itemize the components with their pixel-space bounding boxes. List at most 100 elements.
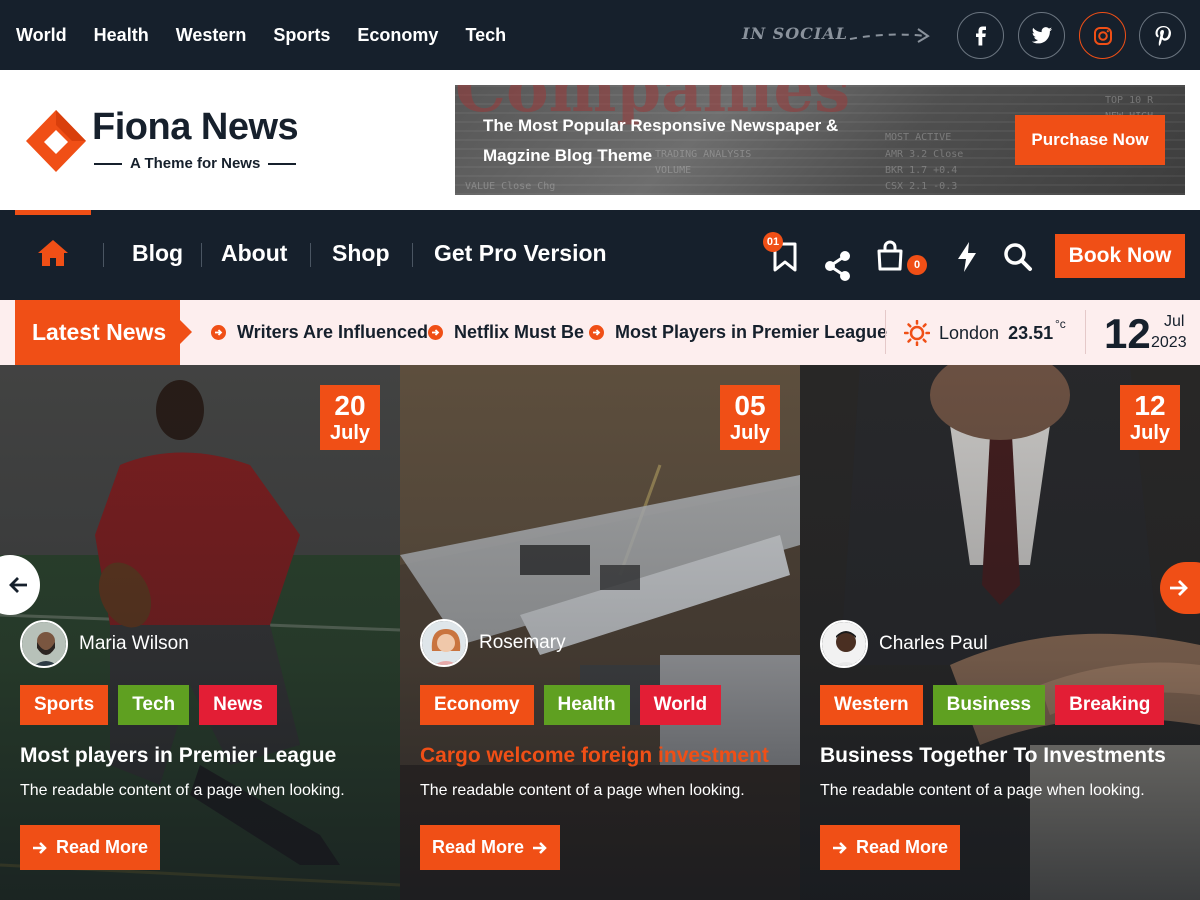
arrow-right-circle-icon: [211, 325, 226, 340]
top-nav-economy[interactable]: Economy: [357, 25, 438, 46]
card-date-day: 12: [1134, 390, 1166, 421]
home-icon[interactable]: [37, 238, 69, 268]
read-more-button[interactable]: Read More: [420, 825, 560, 870]
bookmark-count-badge: 01: [763, 232, 783, 252]
read-more-button[interactable]: Read More: [20, 825, 160, 870]
card-author[interactable]: Rosemary: [420, 619, 566, 667]
news-card[interactable]: 20 July Maria Wilson Sports Tech News Mo…: [0, 365, 400, 900]
nav-divider: [201, 243, 202, 267]
card-author[interactable]: Charles Paul: [820, 620, 988, 668]
card-title[interactable]: Cargo welcome foreign investment: [420, 744, 769, 768]
read-more-label: Read More: [855, 837, 949, 857]
date-year: 2023: [1151, 334, 1187, 351]
top-nav-sports[interactable]: Sports: [273, 25, 330, 46]
nav-divider: [103, 243, 104, 267]
site-header: Fiona News A Theme for News Companies MO…: [0, 70, 1200, 210]
date-month: Jul: [1164, 313, 1185, 330]
card-title[interactable]: Business Together To Investments: [820, 744, 1166, 768]
book-now-button[interactable]: Book Now: [1055, 234, 1185, 278]
card-description: The readable content of a page when look…: [820, 782, 1145, 799]
top-nav-health[interactable]: Health: [94, 25, 149, 46]
ticker-divider: [885, 310, 886, 354]
read-more-label: Read More: [55, 837, 149, 857]
svg-text:VALUE Close Chg: VALUE Close Chg: [465, 181, 555, 192]
card-date-month: July: [329, 422, 371, 444]
card-description: The readable content of a page when look…: [420, 782, 745, 799]
tag-western[interactable]: Western: [820, 685, 923, 725]
tag-news[interactable]: News: [199, 685, 277, 725]
nav-shop[interactable]: Shop: [332, 240, 390, 267]
nav-blog[interactable]: Blog: [132, 240, 183, 267]
weather-city: London: [939, 322, 1000, 343]
tag-health[interactable]: Health: [543, 685, 630, 725]
tag-breaking[interactable]: Breaking: [1055, 685, 1165, 725]
tag-world[interactable]: World: [639, 685, 722, 725]
banner-text: The Most Popular Responsive Newspaper & …: [483, 116, 839, 165]
main-nav: Blog About Shop Get Pro Version 01 0 Boo…: [0, 210, 1200, 300]
lightning-icon[interactable]: [956, 241, 978, 273]
facebook-icon[interactable]: [957, 12, 1004, 59]
card-date-badge: 12 July: [1120, 385, 1180, 450]
arrow-right-circle-icon: [589, 325, 604, 340]
news-card[interactable]: 12 July Charles Paul Western Business Br…: [800, 365, 1200, 900]
card-title[interactable]: Most players in Premier League: [20, 744, 336, 768]
share-icon[interactable]: [823, 250, 853, 282]
top-bar: World Health Western Sports Economy Tech…: [0, 0, 1200, 70]
tag-business[interactable]: Business: [932, 685, 1046, 725]
sun-icon: [904, 320, 930, 346]
pinterest-icon[interactable]: [1139, 12, 1186, 59]
ticker-item-text: Netflix Must Be: [454, 322, 585, 342]
read-more-label: Read More: [431, 837, 525, 857]
arrow-right-circle-icon: [428, 325, 443, 340]
avatar: [820, 620, 868, 668]
top-nav-western[interactable]: Western: [176, 25, 247, 46]
twitter-icon[interactable]: [1018, 12, 1065, 59]
card-author-name: Charles Paul: [879, 633, 988, 654]
shopping-bag-icon: [877, 240, 903, 271]
card-date-month: July: [729, 422, 771, 444]
ticker-item[interactable]: Most Players in Premier League: [589, 322, 887, 343]
arrow-right-icon: [32, 841, 47, 854]
bookmark-button[interactable]: 01: [763, 232, 800, 277]
arrow-right-icon: [1170, 580, 1188, 596]
card-author-name: Rosemary: [479, 632, 566, 653]
top-nav: World Health Western Sports Economy Tech: [16, 0, 506, 70]
ticker-item[interactable]: Netflix Must Be: [428, 322, 584, 343]
avatar: [20, 620, 68, 668]
nav-divider: [412, 243, 413, 267]
svg-text:CSX 2.1 -0.3: CSX 2.1 -0.3: [885, 181, 957, 192]
card-author[interactable]: Maria Wilson: [20, 620, 189, 668]
news-card[interactable]: 05 July Rosemary Economy Health World Ca…: [400, 365, 800, 900]
card-tags: Western Business Breaking: [820, 685, 1165, 725]
weather-unit: °c: [1055, 317, 1066, 331]
svg-text:AMR 3.2 Close: AMR 3.2 Close: [885, 149, 963, 160]
tag-economy[interactable]: Economy: [420, 685, 534, 725]
nav-get-pro-version[interactable]: Get Pro Version: [434, 240, 607, 267]
instagram-icon[interactable]: [1079, 12, 1126, 59]
svg-text:BKR 1.7 +0.4: BKR 1.7 +0.4: [885, 165, 957, 176]
dashed-arrow-icon: [849, 28, 930, 43]
top-nav-world[interactable]: World: [16, 25, 67, 46]
read-more-button[interactable]: Read More: [820, 825, 960, 870]
tag-sports[interactable]: Sports: [20, 685, 109, 725]
tag-tech[interactable]: Tech: [118, 685, 190, 725]
promo-banner[interactable]: Companies MOST ACTIVE AMR 3.2 Close BKR 1…: [455, 85, 1185, 195]
ticker-divider: [1085, 310, 1086, 354]
purchase-now-button[interactable]: Purchase Now: [1015, 115, 1165, 165]
svg-text:MOST ACTIVE: MOST ACTIVE: [885, 132, 951, 143]
brand-tagline: A Theme for News: [94, 155, 297, 172]
arrow-right-icon: [832, 841, 847, 854]
brand-name[interactable]: Fiona News: [92, 106, 299, 149]
logo-mark-icon[interactable]: [24, 108, 88, 174]
latest-news-label: Latest News: [15, 300, 180, 365]
ticker-item[interactable]: Writers Are Influenced: [211, 322, 428, 343]
cart-button[interactable]: 0: [876, 240, 927, 277]
card-description: The readable content of a page when look…: [20, 782, 345, 799]
search-icon[interactable]: [1003, 242, 1033, 272]
date-day: 12: [1104, 310, 1151, 357]
arrow-left-icon: [9, 577, 27, 593]
tagline-rule-right: [268, 162, 297, 165]
nav-about[interactable]: About: [221, 240, 287, 267]
top-nav-tech[interactable]: Tech: [465, 25, 506, 46]
tagline-rule-left: [94, 162, 122, 165]
